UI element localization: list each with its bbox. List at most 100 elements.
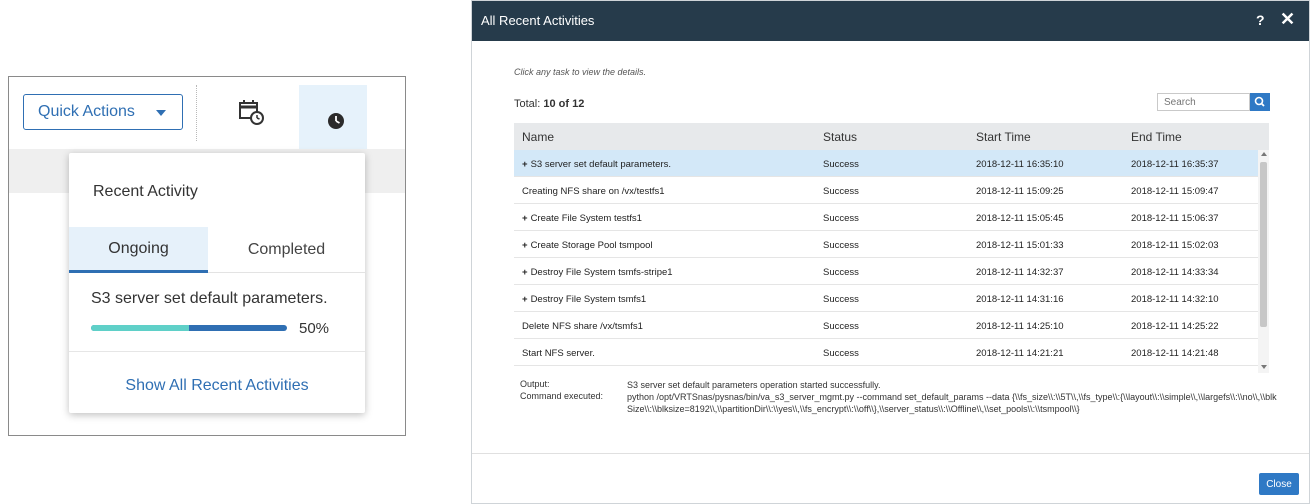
cell-start-time: 2018-12-11 15:05:45 [976,213,1064,224]
table-row[interactable]: + Destroy File System tsmfs1 Success 2018-1… [514,285,1258,312]
cell-status: Success [823,294,859,305]
scroll-down-arrow-icon[interactable] [1261,365,1267,369]
table-row[interactable]: + Create Storage Pool tsmpool Success 2018-… [514,231,1258,258]
cell-status: Success [823,348,859,359]
expand-icon[interactable]: + [522,267,528,278]
cell-status: Success [823,267,859,278]
table-row[interactable]: + S3 server set default parameters. Succes… [514,150,1258,177]
footer-divider [472,453,1309,454]
output-value: S3 server set default parameters operati… [627,380,881,390]
close-icon[interactable]: ✕ [1280,9,1295,30]
cell-name: + Create Storage Pool tsmpool [522,240,653,251]
calendar-clock-button[interactable] [231,95,271,131]
cell-status-text: Success [823,159,859,170]
cell-start-time-text: 2018-12-11 16:35:10 [976,159,1064,170]
quick-actions-dropdown[interactable]: Quick Actions [23,94,183,130]
cell-name-text: Create Storage Pool tsmpool [530,240,653,251]
output-label: Output: [520,379,550,389]
search-button[interactable] [1250,93,1270,111]
popup-title: Recent Activity [93,183,198,200]
dialog-header: All Recent Activities ? ✕ [472,1,1309,41]
cell-status: Success [823,213,859,224]
total-count: Total: 10 of 12 [514,98,584,110]
expand-icon[interactable]: + [522,294,528,305]
task-progress-bar [91,325,287,331]
cell-name-text: Destroy File System tsmfs1 [530,294,647,305]
cell-start-time-text: 2018-12-11 15:05:45 [976,213,1064,224]
cell-start-time-text: 2018-12-11 14:32:37 [976,267,1064,278]
toolbar: Quick Actions [9,77,405,149]
cell-status: Success [823,159,859,170]
cell-end-time-text: 2018-12-11 14:33:34 [1131,267,1219,278]
show-all-recent-activities-link[interactable]: Show All Recent Activities [69,377,365,395]
cell-start-time-text: 2018-12-11 14:25:10 [976,321,1064,332]
cell-end-time-text: 2018-12-11 14:32:10 [1131,294,1219,305]
cell-start-time-text: 2018-12-11 14:31:16 [976,294,1064,305]
dialog-title: All Recent Activities [481,13,595,28]
recent-activity-popup: Recent Activity Ongoing Completed S3 ser… [69,153,365,413]
cell-name: + Destroy File System tsmfs-stripe1 [522,267,673,278]
search-icon [1254,96,1265,107]
table-row[interactable]: + Create File System testfs1 Success 2018-1… [514,204,1258,231]
table-row[interactable]: Creating NFS share on /vx/tsmfs1Success2… [514,366,1258,373]
expand-icon[interactable]: + [522,159,528,170]
command-label: Command executed: [520,391,604,401]
cell-end-time-text: 2018-12-11 14:21:48 [1131,348,1219,359]
cell-start-time: 2018-12-11 14:31:16 [976,294,1064,305]
cell-name-text: Start NFS server. [522,348,595,359]
cell-name: + Destroy File System tsmfs1 [522,294,646,305]
cell-name-text: Destroy File System tsmfs-stripe1 [530,267,673,278]
cell-start-time-text: 2018-12-11 15:09:25 [976,186,1064,197]
scroll-thumb[interactable] [1260,162,1267,327]
cell-status: Success [823,321,859,332]
table-scrollbar[interactable] [1258,150,1269,373]
table-row[interactable]: + Destroy File System tsmfs-stripe1 Succes… [514,258,1258,285]
table-row[interactable]: Delete NFS share /vx/tsmfs1 Success 2018-1… [514,312,1258,339]
cell-status-text: Success [823,267,859,278]
cell-status: Success [823,186,859,197]
progress-fill [91,325,189,331]
help-icon[interactable]: ? [1256,12,1265,28]
cell-name-text: Creating NFS share on /vx/testfs1 [522,186,665,197]
table-row[interactable]: Creating NFS share on /vx/testfs1 Success… [514,177,1258,204]
all-recent-activities-dialog: All Recent Activities ? ✕ Click any task… [471,0,1310,504]
clock-icon [328,113,344,129]
cell-name-text: Create File System testfs1 [530,213,642,224]
close-button[interactable]: Close [1259,473,1299,495]
recent-activity-button[interactable] [299,85,367,149]
table-row[interactable]: Start NFS server. Success 2018-12-11 14:21… [514,339,1258,366]
cell-status-text: Success [823,213,859,224]
activities-table: Name Status Start Time End Time + S3 serv… [514,123,1269,373]
toolbar-divider [196,85,198,141]
cell-start-time: 2018-12-11 15:09:25 [976,186,1064,197]
search-input[interactable] [1157,93,1250,111]
task-name[interactable]: S3 server set default parameters. [91,290,328,308]
tab-completed[interactable]: Completed [208,227,365,273]
cell-end-time: 2018-12-11 15:06:37 [1131,213,1219,224]
expand-icon[interactable]: + [522,240,528,251]
cell-end-time: 2018-12-11 14:25:22 [1131,321,1219,332]
cell-status-text: Success [823,240,859,251]
cell-status-text: Success [823,186,859,197]
column-header-end-time[interactable]: End Time [1131,130,1182,144]
cell-end-time-text: 2018-12-11 14:25:22 [1131,321,1219,332]
column-header-status[interactable]: Status [823,130,857,144]
cell-name: + Create File System testfs1 [522,213,642,224]
quick-actions-label: Quick Actions [38,103,135,120]
column-header-name[interactable]: Name [522,130,554,144]
tab-ongoing[interactable]: Ongoing [69,227,208,273]
cell-start-time: 2018-12-11 15:01:33 [976,240,1064,251]
divider [69,351,365,352]
column-header-start-time[interactable]: Start Time [976,130,1031,144]
scroll-up-arrow-icon[interactable] [1261,152,1267,156]
cell-start-time: 2018-12-11 14:21:21 [976,348,1064,359]
cell-end-time: 2018-12-11 15:02:03 [1131,240,1219,251]
cell-end-time-text: 2018-12-11 15:02:03 [1131,240,1219,251]
chevron-down-icon [156,110,166,116]
expand-icon[interactable]: + [522,213,528,224]
cell-name-text: Delete NFS share /vx/tsmfs1 [522,321,643,332]
cell-name: Delete NFS share /vx/tsmfs1 [522,321,643,332]
recent-activity-panel: Quick Actions Recent Activity Ongoing Co… [8,76,406,436]
cell-name-text: S3 server set default parameters. [530,159,672,170]
cell-end-time: 2018-12-11 14:21:48 [1131,348,1219,359]
